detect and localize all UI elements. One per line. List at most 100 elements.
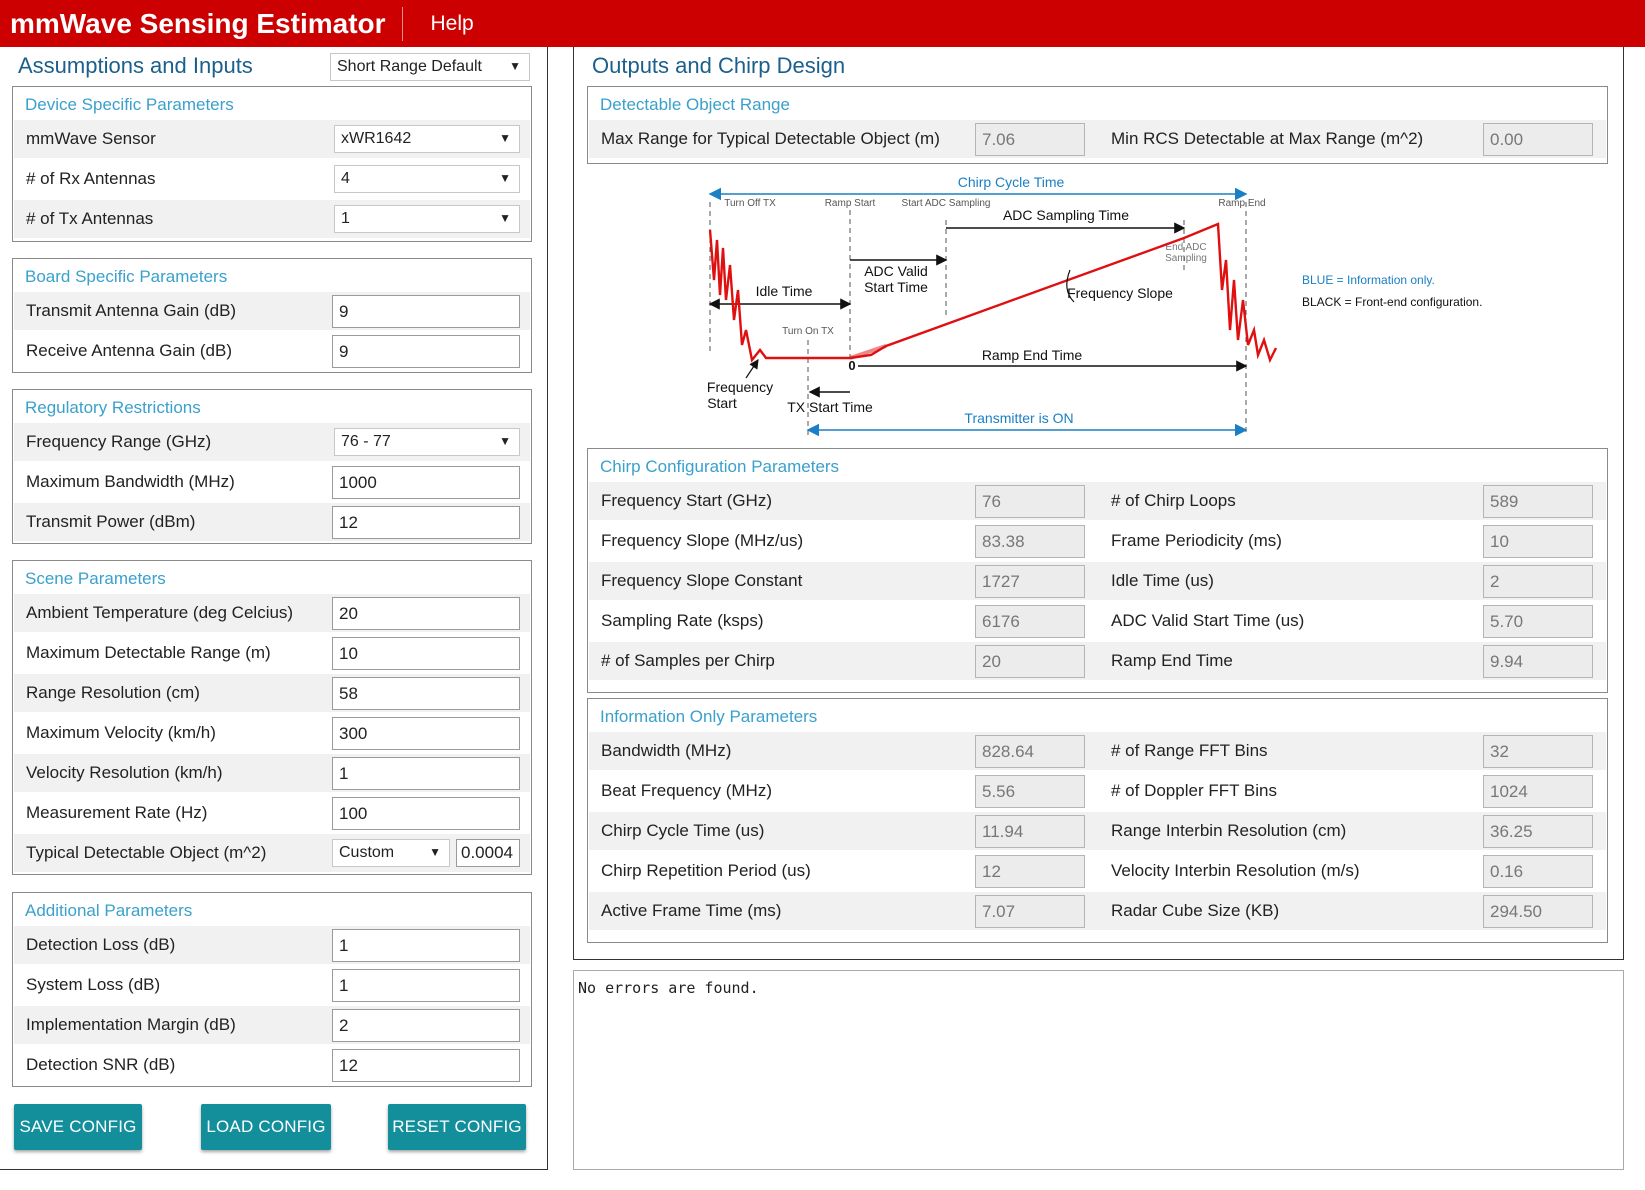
chirp-left-value: 1727 [975,565,1085,598]
object-select-value: Custom [339,844,395,861]
chirp-left-label: Frequency Slope (MHz/us) [601,531,804,550]
rx-row: # of Rx Antennas 4 ▼ [14,160,530,198]
idle-time-label: Idle Time [756,283,813,299]
tx-label: # of Tx Antennas [26,209,154,228]
tx-start-time-label: TX Start Time [787,399,873,415]
min-rcs-label: Min RCS Detectable at Max Range (m^2) [1111,129,1424,148]
detection-loss-label: Detection Loss (dB) [26,935,176,954]
chirp-right-label: # of Chirp Loops [1111,491,1236,510]
velocity-res-input[interactable]: 1 [332,757,520,790]
detection-loss-row: Detection Loss (dB) 1 [14,926,530,964]
object-select[interactable]: Custom ▼ [332,839,450,867]
inputs-panel: Assumptions and Inputs Short Range Defau… [0,47,548,1170]
max-range-output: 7.06 [975,123,1085,156]
chirp-right-label: Idle Time (us) [1111,571,1214,590]
table-row: Chirp Cycle Time (us) 11.94 Range Interb… [589,812,1606,850]
detection-snr-row: Detection SNR (dB) 12 [14,1046,530,1084]
status-message: No errors are found. [578,979,759,997]
help-link[interactable]: Help [403,12,474,36]
freq-range-select-value: 76 - 77 [341,433,391,450]
start-adc-label: Start ADC Sampling [902,198,991,209]
info-right-value: 36.25 [1483,815,1593,848]
info-right-label: Range Interbin Resolution (cm) [1111,821,1347,840]
transmitter-on-label: Transmitter is ON [964,410,1073,426]
info-left-value: 5.56 [975,775,1085,808]
range-res-input[interactable]: 58 [332,677,520,710]
sensor-row: mmWave Sensor xWR1642 ▼ [14,120,530,158]
rx-select[interactable]: 4 ▼ [334,165,520,193]
system-loss-input[interactable]: 1 [332,969,520,1002]
measurement-rate-input[interactable]: 100 [332,797,520,830]
turn-off-tx-label: Turn Off TX [724,198,776,209]
app-title: mmWave Sensing Estimator [10,7,386,39]
preset-select[interactable]: Short Range Default ▼ [330,53,530,81]
save-config-button[interactable]: SAVE CONFIG [14,1104,142,1150]
rx-gain-label: Receive Antenna Gain (dB) [26,341,233,360]
object-rcs-input[interactable]: 0.0004 [456,839,520,867]
range-res-row: Range Resolution (cm) 58 [14,674,530,712]
max-range-output-label: Max Range for Typical Detectable Object … [601,129,940,148]
info-left-label: Active Frame Time (ms) [601,901,782,920]
max-velocity-input[interactable]: 300 [332,717,520,750]
chevron-down-icon: ▼ [499,131,511,145]
device-section-title: Device Specific Parameters [25,95,234,114]
device-section: Device Specific Parameters mmWave Sensor… [12,86,532,242]
bandwidth-input[interactable]: 1000 [332,466,520,499]
impl-margin-input[interactable]: 2 [332,1009,520,1042]
object-row: Typical Detectable Object (m^2) Custom ▼… [14,834,530,872]
tx-gain-input[interactable]: 9 [332,295,520,328]
info-right-label: # of Doppler FFT Bins [1111,781,1277,800]
table-row: # of Samples per Chirp 20 Ramp End Time … [589,642,1606,680]
info-left-label: Chirp Repetition Period (us) [601,861,811,880]
additional-section-title: Additional Parameters [25,901,193,920]
reset-config-button[interactable]: RESET CONFIG [388,1104,526,1150]
system-loss-row: System Loss (dB) 1 [14,966,530,1004]
detection-loss-input[interactable]: 1 [332,929,520,962]
freq-start-label-1: Frequency [707,379,773,395]
info-section: Information Only Parameters Bandwidth (M… [587,698,1608,943]
info-left-value: 7.07 [975,895,1085,928]
power-input[interactable]: 12 [332,506,520,539]
temp-input[interactable]: 20 [332,597,520,630]
chirp-left-label: # of Samples per Chirp [601,651,775,670]
freq-range-select[interactable]: 76 - 77 ▼ [334,428,520,456]
preset-select-value: Short Range Default [337,58,482,75]
info-left-value: 828.64 [975,735,1085,768]
info-left-value: 12 [975,855,1085,888]
detection-snr-input[interactable]: 12 [332,1049,520,1082]
info-right-label: Velocity Interbin Resolution (m/s) [1111,861,1360,880]
power-row: Transmit Power (dBm) 12 [14,503,530,541]
table-row: Frequency Slope Constant 1727 Idle Time … [589,562,1606,600]
info-right-value: 0.16 [1483,855,1593,888]
detectable-section: Detectable Object Range Max Range for Ty… [587,86,1608,164]
table-row: Active Frame Time (ms) 7.07 Radar Cube S… [589,892,1606,930]
power-label: Transmit Power (dBm) [26,512,196,531]
end-adc-label-2: Sampling [1165,253,1207,264]
regulatory-section: Regulatory Restrictions Frequency Range … [12,389,532,544]
additional-section: Additional Parameters Detection Loss (dB… [12,892,532,1087]
legend-black: BLACK = Front-end configuration. [1302,295,1482,309]
regulatory-section-title: Regulatory Restrictions [25,398,201,417]
chirp-right-value: 589 [1483,485,1593,518]
tx-row: # of Tx Antennas 1 ▼ [14,200,530,238]
adc-valid-label-1: ADC Valid [864,263,928,279]
status-output[interactable]: No errors are found. [573,970,1624,1170]
board-section: Board Specific Parameters Transmit Anten… [12,258,532,373]
ramp-start-label: Ramp Start [825,198,876,209]
bandwidth-label: Maximum Bandwidth (MHz) [26,472,235,491]
chevron-down-icon: ▼ [429,845,441,859]
rx-gain-input[interactable]: 9 [332,335,520,368]
sensor-select[interactable]: xWR1642 ▼ [334,125,520,153]
measurement-rate-row: Measurement Rate (Hz) 100 [14,794,530,832]
table-row: Frequency Start (GHz) 76 # of Chirp Loop… [589,482,1606,520]
max-range-input[interactable]: 10 [332,637,520,670]
tx-select[interactable]: 1 ▼ [334,205,520,233]
system-loss-label: System Loss (dB) [26,975,161,994]
object-label: Typical Detectable Object (m^2) [26,843,267,862]
load-config-button[interactable]: LOAD CONFIG [201,1104,331,1150]
chirp-right-value: 2 [1483,565,1593,598]
rx-gain-row: Receive Antenna Gain (dB) 9 [14,332,530,370]
chirp-right-value: 9.94 [1483,645,1593,678]
chirp-left-value: 6176 [975,605,1085,638]
table-row: Bandwidth (MHz) 828.64 # of Range FFT Bi… [589,732,1606,770]
